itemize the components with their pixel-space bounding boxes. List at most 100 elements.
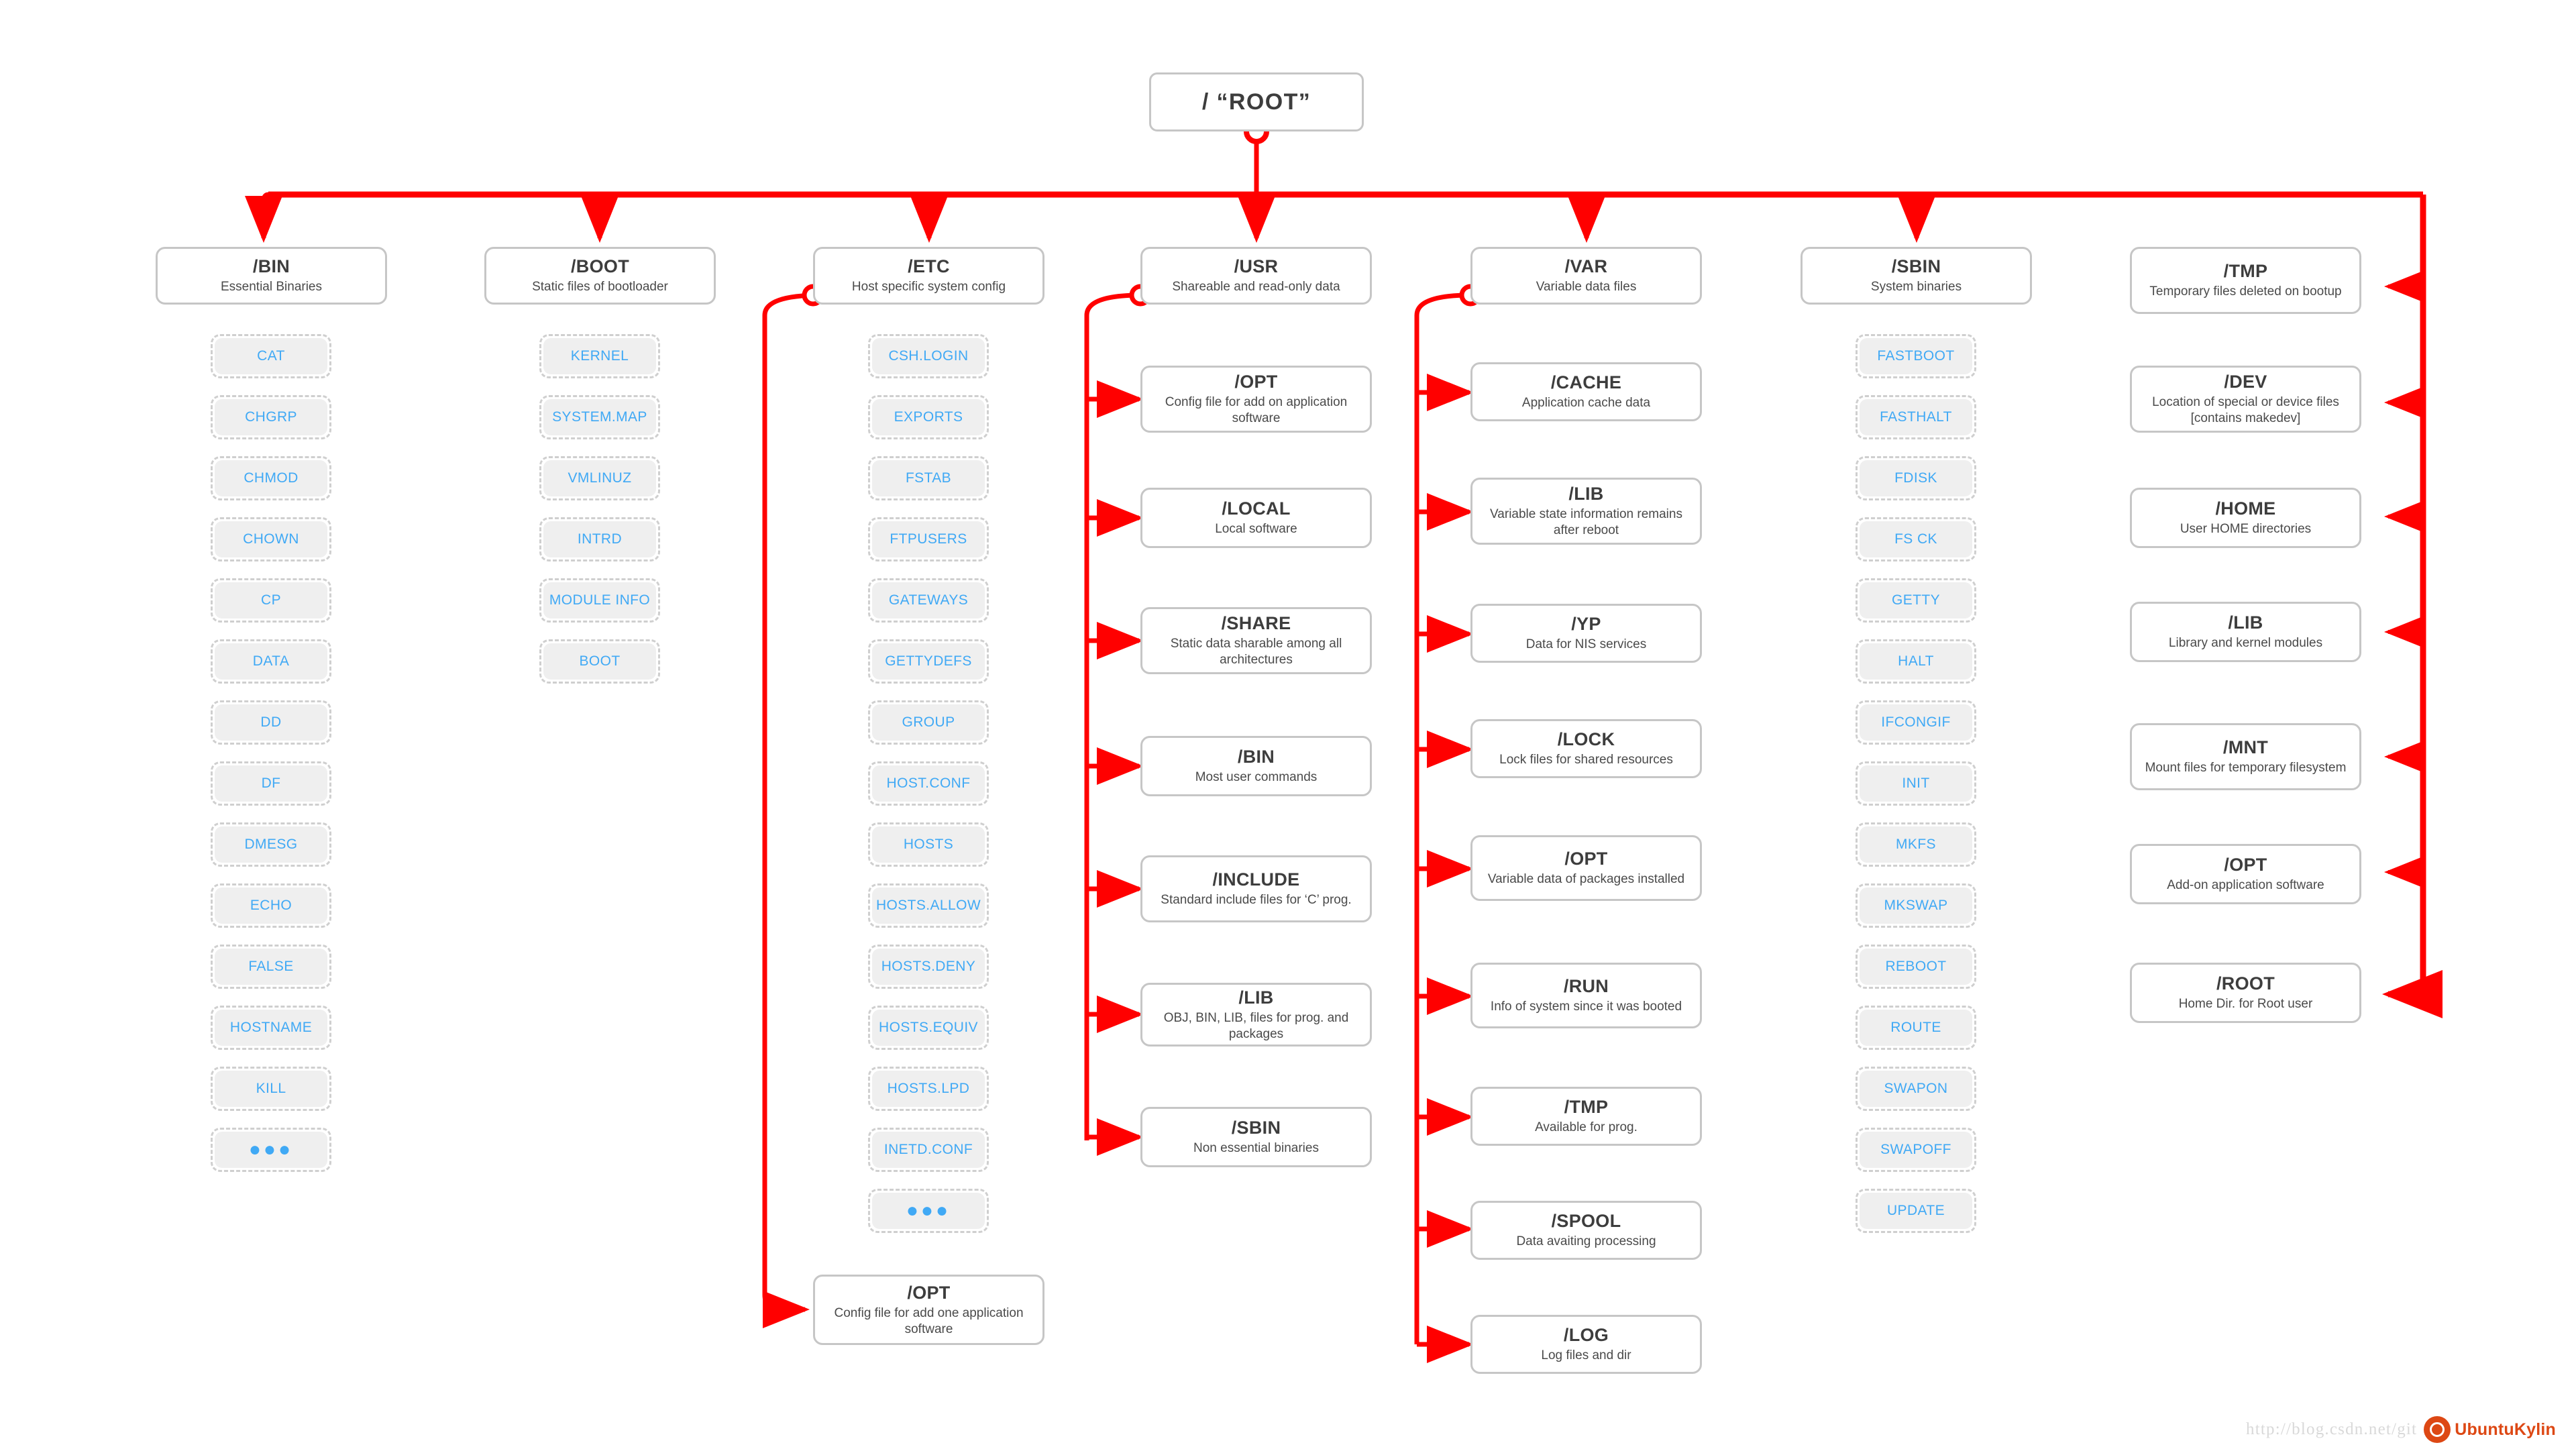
leaf-chip-ellipsis[interactable]: ●●● <box>868 1189 989 1233</box>
leaf-chip[interactable]: VMLINUZ <box>539 456 660 500</box>
leaf-chip[interactable]: BOOT <box>539 639 660 684</box>
leaf-chip-ellipsis[interactable]: ●●● <box>211 1128 331 1172</box>
node-header-tmp[interactable]: /TMP Temporary files deleted on bootup <box>2130 247 2361 314</box>
leaf-chip[interactable]: CSH.LOGIN <box>868 334 989 378</box>
leaf-chip[interactable]: GROUP <box>868 700 989 745</box>
node-subtitle: Location of special or device files [con… <box>2152 395 2339 426</box>
leaf-label: FASTBOOT <box>1860 338 1972 374</box>
node-var-lock[interactable]: /LOCK Lock files for shared resources <box>1470 719 1702 778</box>
leaf-chip[interactable]: MKSWAP <box>1856 883 1976 928</box>
leaf-label: DATA <box>215 643 327 680</box>
node-title: /SHARE <box>1221 613 1291 634</box>
node-dev[interactable]: /DEV Location of special or device files… <box>2130 366 2361 433</box>
node-usr-bin[interactable]: /BIN Most user commands <box>1140 736 1372 796</box>
leaf-chip[interactable]: KERNEL <box>539 334 660 378</box>
node-etc-opt[interactable]: /OPT Config file for add one application… <box>813 1275 1044 1345</box>
leaf-chip[interactable]: HOSTNAME <box>211 1006 331 1050</box>
leaf-chip[interactable]: FASTHALT <box>1856 395 1976 439</box>
leaf-label: CP <box>215 582 327 619</box>
node-usr-local[interactable]: /LOCAL Local software <box>1140 488 1372 548</box>
leaf-chip[interactable]: FTPUSERS <box>868 517 989 561</box>
node-header-var[interactable]: /VAR Variable data files <box>1470 247 1702 305</box>
node-usr-sbin[interactable]: /SBIN Non essential binaries <box>1140 1107 1372 1167</box>
right-column-arrows <box>2384 270 2424 888</box>
leaf-chip[interactable]: CHMOD <box>211 456 331 500</box>
leaf-chip[interactable]: HOSTS.ALLOW <box>868 883 989 928</box>
node-subtitle: Info of system since it was booted <box>1490 1000 1682 1014</box>
node-title: /ETC <box>908 256 950 276</box>
node-subtitle: Data avaiting processing <box>1516 1234 1656 1249</box>
leaf-chip[interactable]: MKFS <box>1856 822 1976 867</box>
leaf-chip[interactable]: HOSTS.EQUIV <box>868 1006 989 1050</box>
node-usr-share[interactable]: /SHARE Static data sharable among all ar… <box>1140 607 1372 674</box>
leaf-chip[interactable]: FASTBOOT <box>1856 334 1976 378</box>
node-subtitle: Local software <box>1215 522 1297 537</box>
leaf-chip[interactable]: GATEWAYS <box>868 578 989 623</box>
node-header-etc[interactable]: /ETC Host specific system config <box>813 247 1044 305</box>
leaf-chip[interactable]: CAT <box>211 334 331 378</box>
leaf-chip[interactable]: SWAPOFF <box>1856 1128 1976 1172</box>
leaf-chip[interactable]: CP <box>211 578 331 623</box>
leaf-chip[interactable]: FS CK <box>1856 517 1976 561</box>
node-var-lib[interactable]: /LIB Variable state information remains … <box>1470 478 1702 545</box>
node-header-usr[interactable]: /USR Shareable and read-only data <box>1140 247 1372 305</box>
leaf-chip[interactable]: DD <box>211 700 331 745</box>
leaf-chip[interactable]: IFCONGIF <box>1856 700 1976 745</box>
leaf-label: HOSTS.DENY <box>872 949 985 985</box>
leaf-chip[interactable]: ROUTE <box>1856 1006 1976 1050</box>
leaf-chip[interactable]: FDISK <box>1856 456 1976 500</box>
leaf-chip[interactable]: HOSTS.LPD <box>868 1067 989 1111</box>
leaf-chip[interactable]: KILL <box>211 1067 331 1111</box>
node-var-tmp[interactable]: /TMP Available for prog. <box>1470 1087 1702 1146</box>
node-subtitle: Standard include files for ‘C’ prog. <box>1161 893 1352 908</box>
leaf-chip[interactable]: HOSTS.DENY <box>868 945 989 989</box>
node-usr-include[interactable]: /INCLUDE Standard include files for ‘C’ … <box>1140 855 1372 922</box>
leaf-chip[interactable]: INETD.CONF <box>868 1128 989 1172</box>
node-title: /RUN <box>1563 976 1609 996</box>
leaf-chip[interactable]: SYSTEM.MAP <box>539 395 660 439</box>
node-mnt[interactable]: /MNT Mount files for temporary filesyste… <box>2130 723 2361 790</box>
node-var-yp[interactable]: /YP Data for NIS services <box>1470 604 1702 663</box>
node-usr-opt[interactable]: /OPT Config file for add on application … <box>1140 366 1372 433</box>
leaf-chip[interactable]: DATA <box>211 639 331 684</box>
leaf-chip[interactable]: GETTY <box>1856 578 1976 623</box>
leaf-chip[interactable]: FSTAB <box>868 456 989 500</box>
node-lib[interactable]: /LIB Library and kernel modules <box>2130 602 2361 662</box>
leaf-chip[interactable]: DF <box>211 761 331 806</box>
leaf-chip[interactable]: MODULE INFO <box>539 578 660 623</box>
node-var-opt[interactable]: /OPT Variable data of packages installed <box>1470 835 1702 901</box>
leaf-chip[interactable]: FALSE <box>211 945 331 989</box>
node-header-sbin[interactable]: /SBIN System binaries <box>1801 247 2032 305</box>
leaf-label: INTRD <box>543 521 656 557</box>
node-home[interactable]: /HOME User HOME directories <box>2130 488 2361 548</box>
node-usr-lib[interactable]: /LIB OBJ, BIN, LIB, files for prog. and … <box>1140 983 1372 1046</box>
node-header-bin[interactable]: /BIN Essential Binaries <box>156 247 387 305</box>
leaf-chip[interactable]: ECHO <box>211 883 331 928</box>
node-title: /OPT <box>1234 372 1278 392</box>
leaf-chip[interactable]: CHGRP <box>211 395 331 439</box>
node-root-dir[interactable]: /ROOT Home Dir. for Root user <box>2130 963 2361 1023</box>
node-header-boot[interactable]: /BOOT Static files of bootloader <box>484 247 716 305</box>
node-opt[interactable]: /OPT Add-on application software <box>2130 844 2361 904</box>
node-root[interactable]: / “ROOT” <box>1149 72 1364 131</box>
node-title: /OPT <box>907 1282 951 1303</box>
node-var-log[interactable]: /LOG Log files and dir <box>1470 1315 1702 1374</box>
leaf-label: HOSTS.ALLOW <box>872 888 985 924</box>
node-var-cache[interactable]: /CACHE Application cache data <box>1470 362 1702 421</box>
node-var-spool[interactable]: /SPOOL Data avaiting processing <box>1470 1201 1702 1260</box>
leaf-chip[interactable]: HOST.CONF <box>868 761 989 806</box>
leaf-chip[interactable]: SWAPON <box>1856 1067 1976 1111</box>
node-title: /LIB <box>1238 987 1274 1008</box>
node-var-run[interactable]: /RUN Info of system since it was booted <box>1470 963 1702 1028</box>
leaf-chip[interactable]: GETTYDEFS <box>868 639 989 684</box>
leaf-chip[interactable]: INIT <box>1856 761 1976 806</box>
leaf-chip[interactable]: EXPORTS <box>868 395 989 439</box>
leaf-chip[interactable]: CHOWN <box>211 517 331 561</box>
leaf-chip[interactable]: UPDATE <box>1856 1189 1976 1233</box>
leaf-chip[interactable]: HALT <box>1856 639 1976 684</box>
leaf-chip[interactable]: DMESG <box>211 822 331 867</box>
leaf-label: FTPUSERS <box>872 521 985 557</box>
leaf-chip[interactable]: HOSTS <box>868 822 989 867</box>
leaf-chip[interactable]: REBOOT <box>1856 945 1976 989</box>
leaf-chip[interactable]: INTRD <box>539 517 660 561</box>
